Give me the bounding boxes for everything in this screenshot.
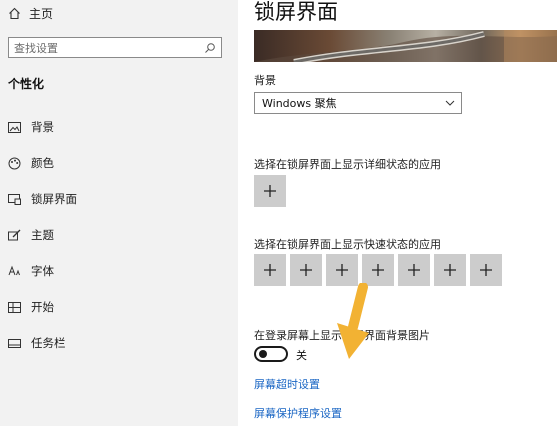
preview-road-image [254,30,557,62]
add-quick-app-button-3[interactable] [326,254,358,286]
plus-icon [444,264,456,276]
plus-icon [408,264,420,276]
sidebar: 主页 查找设置 个性化 背景 颜色 锁屏界面 主题 字体 开始 任务栏 [0,0,238,426]
add-quick-app-button-7[interactable] [470,254,502,286]
sidebar-item-label: 背景 [31,120,54,134]
picture-icon [7,120,21,134]
sidebar-item-fonts[interactable]: 字体 [0,253,238,289]
plus-icon [372,264,384,276]
toggle-knob [259,350,267,358]
start-tiles-icon [7,300,21,314]
search-icon[interactable] [204,42,216,54]
lock-screen-icon [7,192,21,206]
main-content: 锁屏界面 背景 Windows 聚焦 选择在锁屏界面上显示详细状态的应用 选择在… [238,0,557,426]
sidebar-item-colors[interactable]: 颜色 [0,145,238,181]
plus-icon [300,264,312,276]
add-quick-app-button-1[interactable] [254,254,286,286]
page-title: 锁屏界面 [254,0,338,24]
background-select[interactable]: Windows 聚焦 [254,92,462,114]
sidebar-item-start[interactable]: 开始 [0,289,238,325]
font-icon [7,264,21,278]
palette-icon [7,156,21,170]
search-placeholder: 查找设置 [14,41,58,55]
sidebar-item-label: 锁屏界面 [31,192,77,206]
annotation-arrow-icon [337,283,369,359]
plus-icon [480,264,492,276]
add-quick-app-button-6[interactable] [434,254,466,286]
background-label: 背景 [254,74,276,87]
sidebar-item-label: 颜色 [31,156,54,170]
toggle-state-label: 关 [296,349,307,362]
add-detailed-app-button[interactable] [254,175,286,207]
sidebar-item-label: 开始 [31,300,54,314]
plus-icon [336,264,348,276]
sidebar-item-label: 主题 [31,228,54,242]
lock-screen-preview [254,30,557,62]
add-quick-app-button-4[interactable] [362,254,394,286]
background-select-value: Windows 聚焦 [262,97,337,110]
sidebar-item-label: 任务栏 [31,336,66,350]
add-quick-app-button-5[interactable] [398,254,430,286]
chevron-down-icon [445,100,455,106]
plus-icon [264,264,276,276]
sidebar-item-label: 字体 [31,264,54,278]
sidebar-item-themes[interactable]: 主题 [0,217,238,253]
sidebar-item-background[interactable]: 背景 [0,109,238,145]
quick-status-label: 选择在锁屏界面上显示快速状态的应用 [254,238,441,251]
add-quick-app-button-2[interactable] [290,254,322,286]
home-icon [9,7,20,19]
home-link[interactable]: 主页 [8,4,53,22]
sidebar-item-lock-screen[interactable]: 锁屏界面 [0,181,238,217]
screensaver-link[interactable]: 屏幕保护程序设置 [254,405,342,421]
detailed-status-label: 选择在锁屏界面上显示详细状态的应用 [254,158,441,171]
signin-background-toggle[interactable] [254,346,288,362]
sidebar-item-taskbar[interactable]: 任务栏 [0,325,238,361]
home-label: 主页 [29,6,54,21]
theme-brush-icon [7,228,21,242]
section-title-personalization: 个性化 [8,77,45,91]
taskbar-icon [7,336,21,350]
screen-timeout-link[interactable]: 屏幕超时设置 [254,376,320,392]
search-input[interactable]: 查找设置 [8,37,222,58]
plus-icon [264,185,276,197]
